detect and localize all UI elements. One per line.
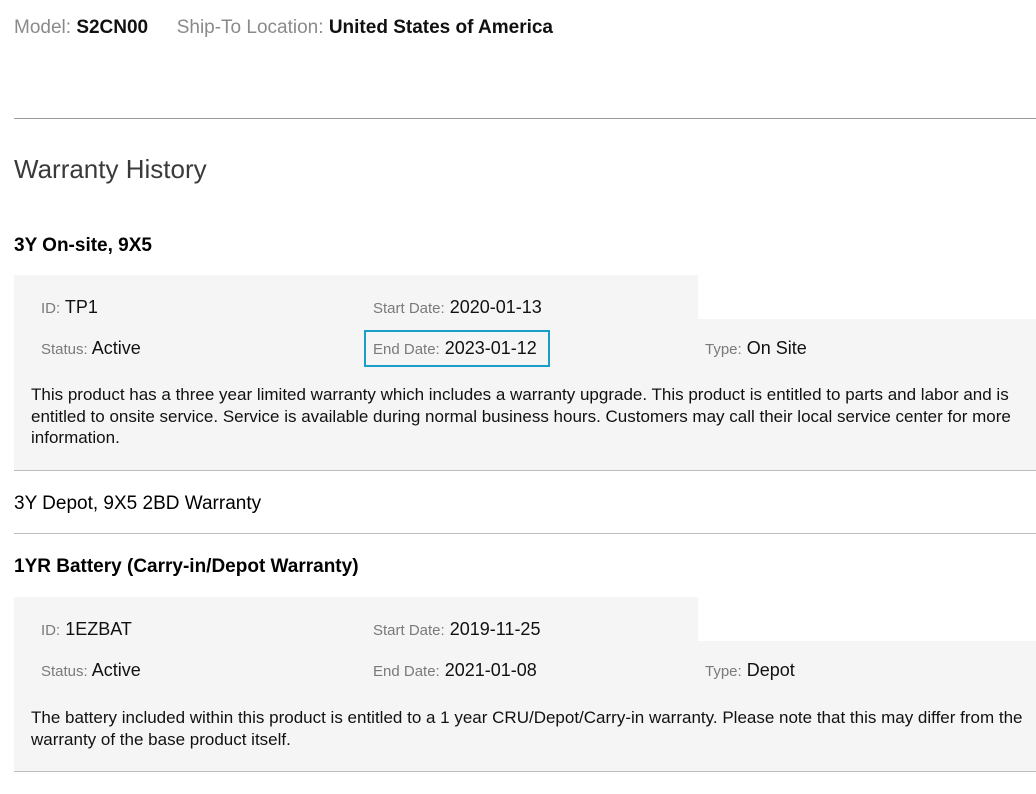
id-value: 1EZBAT <box>65 619 132 639</box>
start-date-label: Start Date: <box>373 300 445 317</box>
type-field: Type: On Site <box>705 337 807 361</box>
end-date-label: End Date: <box>373 663 440 680</box>
warranty-separator <box>14 771 1036 772</box>
start-date-value: 2019-11-25 <box>449 619 541 639</box>
type-label: Type: <box>705 663 742 680</box>
status-value: Active <box>91 338 141 358</box>
warranty-id-field: ID: 1EZBAT <box>41 618 132 642</box>
product-info-line: Model: S2CN00 Ship-To Location: United S… <box>14 16 553 40</box>
warranty-separator <box>14 470 1036 471</box>
model-value: S2CN00 <box>76 17 149 38</box>
type-label: Type: <box>705 341 742 358</box>
end-date-value: 2021-01-08 <box>444 660 537 680</box>
warranty-description-battery: The battery included within this product… <box>31 708 1023 749</box>
warranty-header-onsite[interactable]: 3Y On-site, 9X5 <box>14 234 152 258</box>
ship-to-value: United States of America <box>328 17 553 38</box>
header-divider <box>14 118 1036 119</box>
start-date-field: Start Date: 2020-01-13 <box>373 296 542 320</box>
warranty-panel-onsite-top <box>14 275 698 319</box>
warranty-header-depot[interactable]: 3Y Depot, 9X5 2BD Warranty <box>14 492 261 516</box>
warranty-separator <box>14 533 1036 534</box>
status-field: Status: Active <box>41 337 141 361</box>
end-date-field: End Date: 2021-01-08 <box>373 659 537 683</box>
warranty-description-onsite: This product has a three year limited wa… <box>31 385 1011 447</box>
ship-to-label: Ship-To Location: <box>176 17 324 38</box>
start-date-field: Start Date: 2019-11-25 <box>373 618 540 642</box>
warranty-page: Model: S2CN00 Ship-To Location: United S… <box>0 0 1036 794</box>
start-date-value: 2020-01-13 <box>449 297 542 317</box>
model-label: Model: <box>14 17 72 38</box>
status-label: Status: <box>41 663 88 680</box>
status-field: Status: Active <box>41 659 141 683</box>
id-label: ID: <box>41 300 61 317</box>
status-value: Active <box>91 660 141 680</box>
type-value: On Site <box>746 338 807 358</box>
section-title: Warranty History <box>14 154 207 184</box>
status-label: Status: <box>41 341 88 358</box>
type-value: Depot <box>746 660 795 680</box>
warranty-id-field: ID: TP1 <box>41 296 98 320</box>
end-date-highlight <box>364 330 550 367</box>
warranty-header-battery[interactable]: 1YR Battery (Carry-in/Depot Warranty) <box>14 555 359 579</box>
id-value: TP1 <box>64 297 98 317</box>
type-field: Type: Depot <box>705 659 795 683</box>
id-label: ID: <box>41 622 61 639</box>
start-date-label: Start Date: <box>373 622 445 639</box>
